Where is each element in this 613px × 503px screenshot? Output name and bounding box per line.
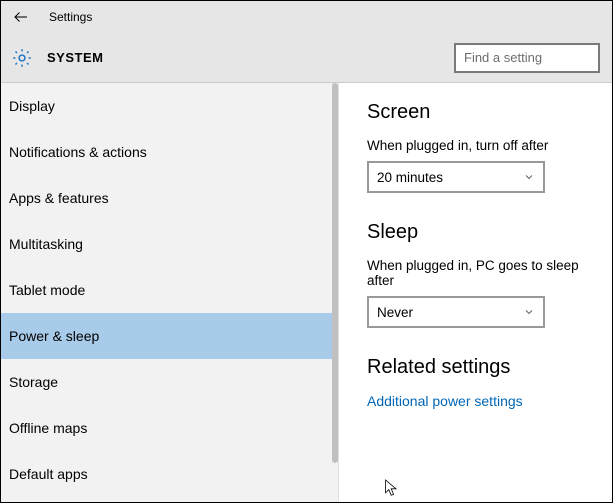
- gear-icon: [11, 47, 33, 69]
- screen-timeout-value: 20 minutes: [377, 170, 443, 185]
- screen-timeout-dropdown[interactable]: 20 minutes: [367, 161, 545, 193]
- app-title: Settings: [49, 10, 92, 24]
- sidebar-item-power-sleep[interactable]: Power & sleep: [1, 313, 338, 359]
- sidebar-scrollbar[interactable]: [332, 83, 338, 463]
- sleep-heading: Sleep: [367, 221, 594, 244]
- sleep-timeout-dropdown[interactable]: Never: [367, 296, 545, 328]
- search-input-container[interactable]: [454, 43, 600, 73]
- sidebar-item-display[interactable]: Display: [1, 83, 338, 129]
- additional-power-settings-link[interactable]: Additional power settings: [367, 393, 594, 409]
- related-heading: Related settings: [367, 356, 594, 379]
- sidebar-item-label: Tablet mode: [9, 282, 85, 298]
- sidebar-item-label: Power & sleep: [9, 328, 99, 344]
- sidebar-item-label: Display: [9, 98, 55, 114]
- section-title: SYSTEM: [47, 50, 454, 65]
- back-button[interactable]: [7, 3, 35, 31]
- sidebar-item-offline-maps[interactable]: Offline maps: [1, 405, 338, 451]
- sidebar-item-label: Storage: [9, 374, 58, 390]
- sidebar-item-label: Notifications & actions: [9, 144, 147, 160]
- header: SYSTEM: [1, 33, 612, 83]
- search-input[interactable]: [464, 50, 590, 65]
- sidebar-item-label: Apps & features: [9, 190, 109, 206]
- sidebar-item-tablet-mode[interactable]: Tablet mode: [1, 267, 338, 313]
- sidebar-item-label: Default apps: [9, 466, 88, 482]
- chevron-down-icon: [523, 171, 535, 183]
- content-area: Display Notifications & actions Apps & fea…: [1, 83, 612, 502]
- screen-heading: Screen: [367, 101, 594, 124]
- chevron-down-icon: [523, 306, 535, 318]
- main-panel: Screen When plugged in, turn off after 2…: [339, 83, 612, 502]
- sidebar-item-storage[interactable]: Storage: [1, 359, 338, 405]
- sidebar-item-label: Offline maps: [9, 420, 87, 436]
- sleep-timeout-label: When plugged in, PC goes to sleep after: [367, 258, 594, 288]
- sidebar-item-label: Multitasking: [9, 236, 83, 252]
- arrow-left-icon: [12, 8, 30, 26]
- sidebar: Display Notifications & actions Apps & fea…: [1, 83, 339, 502]
- sidebar-item-notifications-actions[interactable]: Notifications & actions: [1, 129, 338, 175]
- titlebar: Settings: [1, 1, 612, 33]
- screen-timeout-label: When plugged in, turn off after: [367, 138, 594, 153]
- sidebar-item-apps-features[interactable]: Apps & features: [1, 175, 338, 221]
- sidebar-item-multitasking[interactable]: Multitasking: [1, 221, 338, 267]
- sleep-timeout-value: Never: [377, 305, 413, 320]
- sidebar-item-default-apps[interactable]: Default apps: [1, 451, 338, 497]
